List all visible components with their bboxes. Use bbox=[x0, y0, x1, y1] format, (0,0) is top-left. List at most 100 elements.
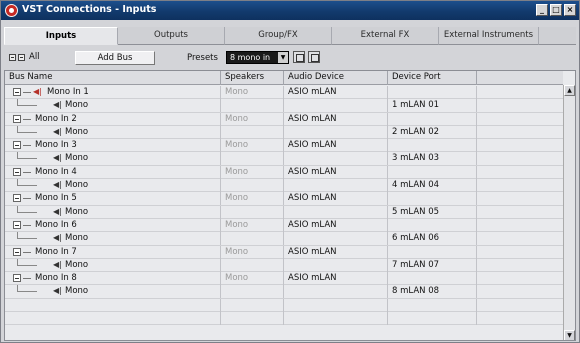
close-button[interactable]: × bbox=[564, 4, 576, 16]
table-row-channel[interactable]: ◀| Mono 5 mLAN 05 bbox=[5, 205, 563, 219]
bus-name-cell[interactable]: ◀| Mono bbox=[5, 258, 221, 272]
table-row-channel[interactable]: ◀| Mono 1 mLAN 01 bbox=[5, 99, 563, 113]
bus-name-cell[interactable]: Mono In 7 bbox=[5, 245, 221, 259]
audio-device-cell[interactable] bbox=[284, 232, 388, 246]
bus-name-cell[interactable]: Mono In 8 bbox=[5, 272, 221, 286]
collapse-toggle-icon[interactable] bbox=[13, 247, 21, 256]
tab-inputs[interactable]: Inputs bbox=[4, 27, 118, 45]
bus-name-cell[interactable]: ◀| Mono bbox=[5, 152, 221, 166]
audio-device-cell[interactable]: ASIO mLAN bbox=[284, 165, 388, 179]
speakers-cell[interactable] bbox=[221, 232, 284, 246]
device-port-cell[interactable] bbox=[388, 165, 477, 179]
table-row-channel[interactable]: ◀| Mono 6 mLAN 06 bbox=[5, 232, 563, 246]
device-port-cell[interactable]: 8 mLAN 08 bbox=[388, 285, 477, 299]
expand-all-toggle[interactable]: All bbox=[9, 52, 40, 62]
table-row-bus[interactable]: Mono In 5 Mono ASIO mLAN bbox=[5, 192, 563, 206]
bus-name-cell[interactable]: ◀| Mono bbox=[5, 99, 221, 113]
audio-device-cell[interactable] bbox=[284, 125, 388, 139]
table-row-channel[interactable]: ◀| Mono 3 mLAN 03 bbox=[5, 152, 563, 166]
audio-device-cell[interactable]: ASIO mLAN bbox=[284, 86, 388, 99]
device-port-cell[interactable]: 6 mLAN 06 bbox=[388, 232, 477, 246]
audio-device-cell[interactable] bbox=[284, 205, 388, 219]
scroll-up-icon[interactable]: ▲ bbox=[564, 85, 575, 96]
table-row-bus[interactable]: Mono In 6 Mono ASIO mLAN bbox=[5, 218, 563, 233]
device-port-cell[interactable]: 4 mLAN 04 bbox=[388, 179, 477, 193]
bus-name-cell[interactable]: Mono In 3 bbox=[5, 139, 221, 153]
audio-device-cell[interactable]: ASIO mLAN bbox=[284, 139, 388, 153]
col-audio-device[interactable]: Audio Device bbox=[284, 71, 388, 85]
audio-device-cell[interactable] bbox=[284, 258, 388, 272]
bus-name-cell[interactable]: Mono In 4 bbox=[5, 165, 221, 179]
table-row-bus[interactable]: Mono In 8 Mono ASIO mLAN bbox=[5, 272, 563, 286]
bus-name-cell[interactable]: ◀| Mono bbox=[5, 285, 221, 299]
collapse-toggle-icon[interactable] bbox=[13, 220, 21, 229]
collapse-toggle-icon[interactable] bbox=[13, 114, 21, 123]
bus-name-cell[interactable]: ◀| Mono bbox=[5, 205, 221, 219]
speakers-cell[interactable]: Mono bbox=[221, 165, 284, 179]
device-port-cell[interactable] bbox=[388, 112, 477, 126]
speakers-cell[interactable] bbox=[221, 258, 284, 272]
maximize-button[interactable]: □ bbox=[550, 4, 562, 16]
collapse-toggle-icon[interactable] bbox=[13, 141, 21, 150]
speakers-cell[interactable]: Mono bbox=[221, 139, 284, 153]
speakers-cell[interactable]: Mono bbox=[221, 112, 284, 126]
device-port-cell[interactable]: 3 mLAN 03 bbox=[388, 152, 477, 166]
speakers-cell[interactable] bbox=[221, 285, 284, 299]
remove-preset-icon[interactable] bbox=[308, 51, 320, 63]
speakers-cell[interactable]: Mono bbox=[221, 86, 284, 99]
device-port-cell[interactable] bbox=[388, 86, 477, 99]
collapse-toggle-icon[interactable] bbox=[13, 88, 21, 96]
speakers-cell[interactable] bbox=[221, 205, 284, 219]
device-port-cell[interactable]: 7 mLAN 07 bbox=[388, 258, 477, 272]
audio-device-cell[interactable]: ASIO mLAN bbox=[284, 192, 388, 206]
tab-group-fx[interactable]: Group/FX bbox=[225, 27, 332, 45]
device-port-cell[interactable] bbox=[388, 218, 477, 232]
title-bar[interactable]: VST Connections - Inputs _ □ × bbox=[1, 1, 579, 20]
device-port-cell[interactable]: 1 mLAN 01 bbox=[388, 99, 477, 113]
collapse-toggle-icon[interactable] bbox=[13, 194, 21, 203]
table-row-channel[interactable]: ◀| Mono 2 mLAN 02 bbox=[5, 125, 563, 140]
bus-name-cell[interactable]: ◀| Mono bbox=[5, 179, 221, 193]
collapse-toggle-icon[interactable] bbox=[13, 274, 21, 283]
presets-select[interactable]: 8 mono in ▼ bbox=[226, 51, 289, 64]
audio-device-cell[interactable] bbox=[284, 152, 388, 166]
speakers-cell[interactable] bbox=[221, 125, 284, 139]
audio-device-cell[interactable] bbox=[284, 285, 388, 299]
bus-name-cell[interactable]: Mono In 5 bbox=[5, 192, 221, 206]
vertical-scrollbar[interactable]: ▲ ▼ bbox=[563, 85, 575, 340]
table-row-bus[interactable]: Mono In 3 Mono ASIO mLAN bbox=[5, 139, 563, 153]
table-row-channel[interactable]: ◀| Mono 7 mLAN 07 bbox=[5, 258, 563, 273]
device-port-cell[interactable] bbox=[388, 139, 477, 153]
bus-name-cell[interactable]: Mono In 6 bbox=[5, 218, 221, 232]
device-port-cell[interactable] bbox=[388, 192, 477, 206]
store-preset-icon[interactable] bbox=[293, 51, 305, 63]
table-row-bus[interactable]: Mono In 4 Mono ASIO mLAN bbox=[5, 165, 563, 180]
speakers-cell[interactable] bbox=[221, 99, 284, 113]
bus-name-cell[interactable]: ◀| Mono bbox=[5, 125, 221, 139]
bus-name-cell[interactable]: Mono In 2 bbox=[5, 112, 221, 126]
audio-device-cell[interactable]: ASIO mLAN bbox=[284, 245, 388, 259]
speakers-cell[interactable]: Mono bbox=[221, 192, 284, 206]
bus-name-cell[interactable]: ◀| Mono In 1 bbox=[5, 86, 221, 99]
col-bus-name[interactable]: Bus Name bbox=[5, 71, 221, 85]
tab-outputs[interactable]: Outputs bbox=[118, 27, 225, 45]
device-port-cell[interactable] bbox=[388, 272, 477, 286]
minimize-button[interactable]: _ bbox=[536, 4, 548, 16]
add-bus-button[interactable]: Add Bus bbox=[75, 51, 155, 65]
speakers-cell[interactable]: Mono bbox=[221, 245, 284, 259]
device-port-cell[interactable]: 2 mLAN 02 bbox=[388, 125, 477, 139]
col-speakers[interactable]: Speakers bbox=[221, 71, 284, 85]
device-port-cell[interactable] bbox=[388, 245, 477, 259]
collapse-toggle-icon[interactable] bbox=[13, 167, 21, 176]
device-port-cell[interactable]: 5 mLAN 05 bbox=[388, 205, 477, 219]
scroll-down-icon[interactable]: ▼ bbox=[564, 330, 575, 340]
audio-device-cell[interactable] bbox=[284, 99, 388, 113]
audio-device-cell[interactable] bbox=[284, 179, 388, 193]
tab-external-instruments[interactable]: External Instruments bbox=[439, 27, 539, 45]
speakers-cell[interactable] bbox=[221, 152, 284, 166]
speakers-cell[interactable]: Mono bbox=[221, 218, 284, 232]
audio-device-cell[interactable]: ASIO mLAN bbox=[284, 112, 388, 126]
table-row-channel[interactable]: ◀| Mono 8 mLAN 08 bbox=[5, 285, 563, 299]
bus-name-cell[interactable]: ◀| Mono bbox=[5, 232, 221, 246]
table-row-bus[interactable]: Mono In 2 Mono ASIO mLAN bbox=[5, 112, 563, 126]
